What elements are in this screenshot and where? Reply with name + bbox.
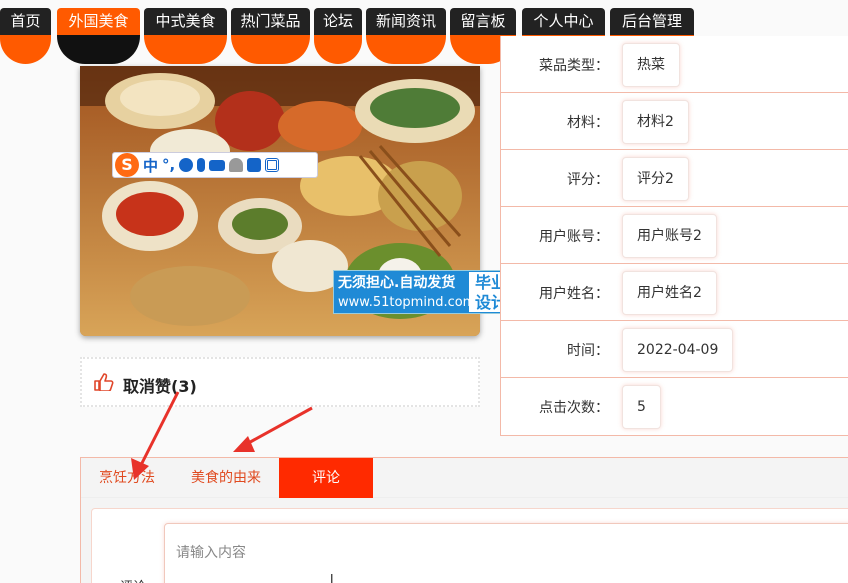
banner-line1: 无须担心.自动发货: [338, 275, 456, 291]
nav-item-label: 中式美食: [144, 8, 227, 35]
annotation-arrowhead-2: [233, 436, 255, 452]
dish-info-table: 菜品类型： 热菜 材料： 材料2 评分： 评分2 用户账号： 用户账号2 用户姓…: [500, 36, 848, 436]
info-row-clicks: 点击次数： 5: [501, 378, 848, 435]
info-value: 用户姓名2: [622, 271, 717, 315]
info-row-rating: 评分： 评分2: [501, 150, 848, 207]
nav-item-label: 后台管理: [610, 8, 694, 35]
info-key: 用户账号：: [539, 229, 609, 245]
ime-mode[interactable]: 中: [143, 155, 158, 176]
like-box[interactable]: 取消赞(3): [80, 357, 480, 407]
info-value: 热菜: [622, 43, 680, 87]
info-row-account: 用户账号： 用户账号2: [501, 207, 848, 264]
sogou-logo-icon: S: [115, 153, 139, 177]
nav-item-hot-dishes[interactable]: 热门菜品: [231, 8, 310, 64]
nav-item-news[interactable]: 新闻资讯: [366, 8, 446, 64]
tab-comments[interactable]: 评论: [279, 458, 373, 498]
user-icon[interactable]: [229, 158, 244, 172]
info-row-username: 用户姓名： 用户姓名2: [501, 264, 848, 321]
detail-tabs: 烹饪方法 美食的由来 评论 请输入内容: [80, 457, 848, 583]
tab-panel: 请输入内容: [91, 508, 848, 583]
annotation-arrow-2: [242, 406, 313, 448]
info-key: 菜品类型：: [539, 58, 609, 74]
nav-item-label: 新闻资讯: [366, 8, 446, 35]
watermark-banner: 无须担心.自动发货 www.51topmind.com 毕业 设计: [333, 270, 515, 314]
microphone-icon[interactable]: [197, 158, 206, 172]
nav-item-chinese-food[interactable]: 中式美食: [144, 8, 227, 64]
shirt-icon[interactable]: [247, 158, 262, 172]
grid-icon[interactable]: [265, 158, 280, 172]
info-row-materials: 材料： 材料2: [501, 93, 848, 150]
emoji-icon[interactable]: [179, 158, 194, 172]
nav-item-label: 留言板: [450, 8, 516, 35]
info-key: 点击次数：: [539, 400, 609, 416]
info-row-type: 菜品类型： 热菜: [501, 36, 848, 93]
ime-punct[interactable]: °,: [162, 156, 175, 174]
info-value: 评分2: [622, 157, 689, 201]
info-row-time: 时间： 2022-04-09: [501, 321, 848, 378]
info-value: 5: [622, 385, 661, 429]
tab-bar: 烹饪方法 美食的由来 评论: [81, 458, 848, 498]
info-value: 2022-04-09: [622, 328, 734, 372]
comment-textarea[interactable]: 请输入内容: [164, 523, 848, 583]
comment-field-label: 评论: [120, 576, 146, 583]
info-value: 材料2: [622, 100, 689, 144]
info-key: 用户姓名：: [539, 286, 609, 302]
info-key: 评分：: [567, 172, 609, 188]
keyboard-icon[interactable]: [209, 159, 226, 171]
text-cursor-icon: I: [330, 572, 334, 583]
nav-item-home[interactable]: 首页: [0, 8, 51, 64]
banner-text: 无须担心.自动发货 www.51topmind.com: [334, 271, 476, 313]
tab-food-origin[interactable]: 美食的由来: [173, 458, 279, 498]
info-key: 材料：: [567, 115, 609, 131]
unlike-label[interactable]: 取消赞(3): [123, 373, 197, 397]
nav-item-foreign-food[interactable]: 外国美食: [57, 8, 140, 64]
nav-item-label: 外国美食: [57, 8, 140, 35]
tab-cooking-method[interactable]: 烹饪方法: [81, 458, 173, 498]
banner-line2: www.51topmind.com: [338, 295, 476, 310]
thumbs-up-icon: [94, 373, 114, 391]
ime-toolbar[interactable]: S 中 °,: [112, 152, 318, 178]
nav-item-forum[interactable]: 论坛: [314, 8, 362, 64]
nav-item-label: 论坛: [314, 8, 362, 35]
nav-item-label: 首页: [0, 8, 51, 35]
nav-item-label: 热门菜品: [231, 8, 310, 35]
info-key: 时间：: [567, 343, 609, 359]
nav-item-label: 个人中心: [522, 8, 605, 35]
info-value: 用户账号2: [622, 214, 717, 258]
